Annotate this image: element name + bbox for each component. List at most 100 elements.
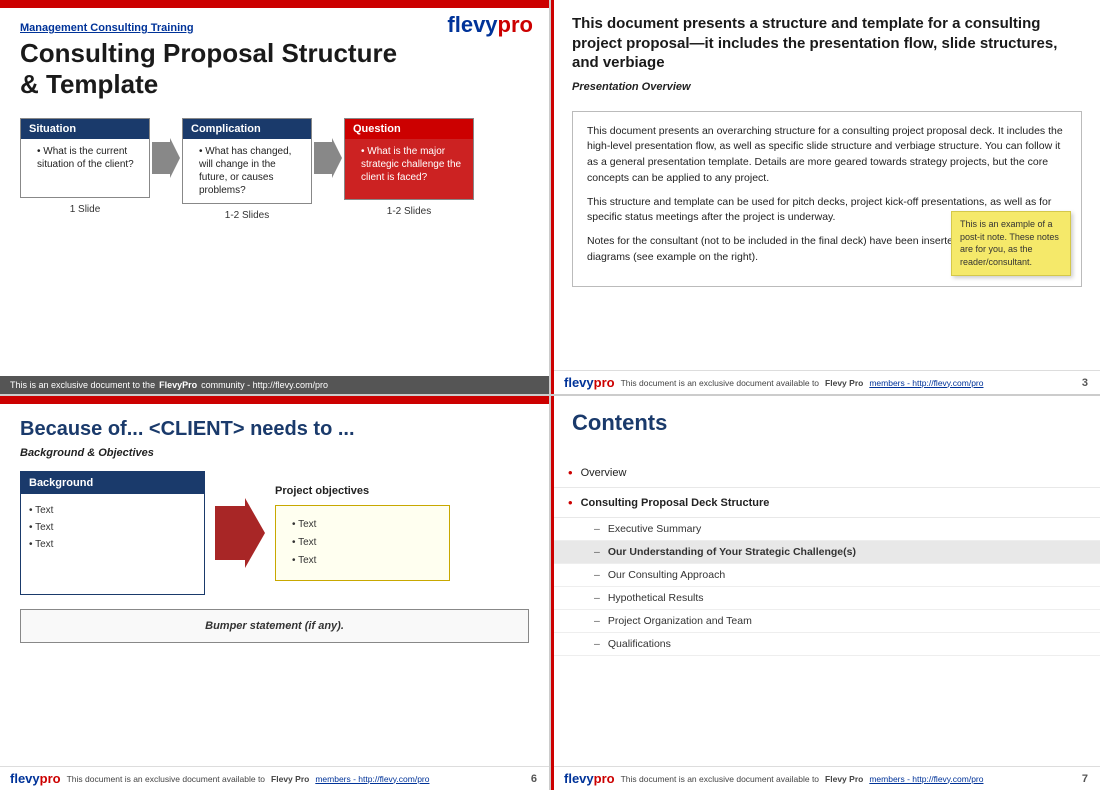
toc-sub-approach: – Our Consulting Approach: [554, 564, 1100, 587]
toc-text-exec: Executive Summary: [608, 523, 701, 535]
toc-sub-understanding: – Our Understanding of Your Strategic Ch…: [554, 541, 1100, 564]
toc-text-overview: Overview: [581, 467, 627, 479]
slide2-footer: flevypro This document is an exclusive d…: [554, 370, 1100, 394]
toc-text-team: Project Organization and Team: [608, 615, 752, 627]
slide3-title: Because of... <CLIENT> needs to ...: [20, 418, 529, 441]
toc-text-results: Hypothetical Results: [608, 592, 704, 604]
slide1-main-title: Consulting Proposal Structure& Template: [20, 38, 529, 100]
slide3-bg-item-2: Text: [29, 519, 196, 536]
slide2-section-label: Presentation Overview: [572, 81, 1080, 93]
slide3-page-num: 6: [531, 773, 537, 785]
toc-sub-team: – Project Organization and Team: [554, 610, 1100, 633]
slide-3: Because of... <CLIENT> needs to ... Back…: [0, 396, 549, 790]
slide1-footer-text: This is an exclusive document to the: [10, 380, 155, 390]
slide3-content: Because of... <CLIENT> needs to ... Back…: [0, 404, 549, 683]
flow-box-complication: Complication What has changed, will chan…: [182, 118, 312, 204]
slide-4: Contents • Overview • Consulting Proposa…: [551, 396, 1100, 790]
slide4-footer-url[interactable]: members - http://flevy.com/pro: [869, 774, 983, 784]
toc-bullet-structure: •: [568, 495, 573, 510]
flow-item-complication: Complication What has changed, will chan…: [182, 118, 312, 221]
toc-text-approach: Our Consulting Approach: [608, 569, 725, 581]
slide3-footer-bold: Flevy Pro: [271, 774, 309, 784]
slide3-obj-label: Project objectives: [275, 485, 369, 497]
box-body-question: What is the major strategic challenge th…: [345, 139, 473, 199]
slide-1: flevypro Management Consulting Training …: [0, 0, 549, 394]
toc-dash-understanding: –: [594, 546, 600, 558]
box-header-complication: Complication: [183, 119, 311, 139]
slide2-top: This document presents a structure and t…: [554, 0, 1100, 111]
slide4-top: Contents: [554, 396, 1100, 458]
slide1-footer: This is an exclusive document to the Fle…: [0, 376, 549, 394]
toc-text-qual: Qualifications: [608, 638, 671, 650]
slide3-footer-logo: flevypro: [10, 771, 61, 786]
slide3-bg-box: Background Text Text Text: [20, 471, 205, 595]
slide-count-question: 1-2 Slides: [344, 206, 474, 217]
toc-dash-qual: –: [594, 638, 600, 650]
slide1-flow: Situation What is the current situation …: [20, 118, 529, 221]
slide3-obj-item-3: Text: [292, 552, 433, 570]
box-body-complication: What has changed, will change in the fut…: [183, 139, 311, 203]
slide3-section-label: Background & Objectives: [20, 447, 529, 459]
toc-sub-results: – Hypothetical Results: [554, 587, 1100, 610]
slide4-page-num: 7: [1082, 773, 1088, 785]
slide2-footer-url[interactable]: members - http://flevy.com/pro: [869, 378, 983, 388]
slide2-footer-bold: Flevy Pro: [825, 378, 863, 388]
slide2-footer-logo: flevypro: [564, 375, 615, 390]
slide3-footer-url[interactable]: members - http://flevy.com/pro: [315, 774, 429, 784]
flow-arrow-2: [312, 138, 344, 178]
toc-item-overview: • Overview: [554, 458, 1100, 488]
slide4-toc: • Overview • Consulting Proposal Deck St…: [554, 458, 1100, 656]
flow-arrow-1: [150, 138, 182, 178]
slide3-obj-box: Text Text Text: [275, 505, 450, 581]
slide2-page-num: 3: [1082, 377, 1088, 389]
slide2-content-box: This document presents an overarching st…: [572, 111, 1082, 287]
slide3-bg-item-1: Text: [29, 502, 196, 519]
slide3-footer: flevypro This document is an exclusive d…: [0, 766, 549, 790]
box-header-question: Question: [345, 119, 473, 139]
flow-item-question: Question What is the major strategic cha…: [344, 118, 474, 217]
toc-text-understanding: Our Understanding of Your Strategic Chal…: [608, 546, 856, 558]
logo-pro: pro: [498, 12, 533, 37]
slide3-obj-item-2: Text: [292, 534, 433, 552]
flow-item-situation: Situation What is the current situation …: [20, 118, 150, 215]
slide4-footer-logo: flevypro: [564, 771, 615, 786]
toc-sub-exec: – Executive Summary: [554, 518, 1100, 541]
slide3-footer-doc: This document is an exclusive document a…: [67, 774, 265, 784]
slide2-footer-doc: This document is an exclusive document a…: [621, 378, 819, 388]
slide2-big-title: This document presents a structure and t…: [572, 14, 1080, 73]
flow-box-situation: Situation What is the current situation …: [20, 118, 150, 198]
box-header-situation: Situation: [21, 119, 149, 139]
slide3-bg-body: Text Text Text: [21, 494, 204, 594]
box-body-situation: What is the current situation of the cli…: [21, 139, 149, 177]
slide-count-situation: 1 Slide: [20, 204, 150, 215]
slide1-footer-url: community - http://flevy.com/pro: [201, 380, 328, 390]
slide3-bg-header: Background: [21, 472, 204, 494]
slide4-footer-doc: This document is an exclusive document a…: [621, 774, 819, 784]
slide1-logo: flevypro: [447, 12, 533, 38]
slide-2: This document presents a structure and t…: [551, 0, 1100, 394]
slide3-diagram: Background Text Text Text Project object…: [20, 471, 529, 595]
slide4-title: Contents: [572, 410, 1080, 436]
slide3-top-bar: [0, 396, 549, 404]
slide4-footer: flevypro This document is an exclusive d…: [554, 766, 1100, 790]
toc-item-structure: • Consulting Proposal Deck Structure: [554, 488, 1100, 518]
slide2-postit: This is an example of a post-it note. Th…: [951, 211, 1071, 275]
logo-flevy: flevy: [447, 12, 497, 37]
slide-count-complication: 1-2 Slides: [182, 210, 312, 221]
toc-dash-exec: –: [594, 523, 600, 535]
slide4-footer-bold: Flevy Pro: [825, 774, 863, 784]
slide3-bg-item-3: Text: [29, 536, 196, 553]
toc-bullet-overview: •: [568, 465, 573, 480]
slide1-footer-bold: FlevyPro: [159, 380, 197, 390]
toc-text-structure: Consulting Proposal Deck Structure: [581, 497, 770, 509]
flow-box-question: Question What is the major strategic cha…: [344, 118, 474, 200]
slide1-top-bar: [0, 0, 549, 8]
slide3-objectives: Project objectives Text Text Text: [275, 485, 450, 581]
slide3-obj-item-1: Text: [292, 516, 433, 534]
toc-dash-results: –: [594, 592, 600, 604]
slide2-para1: This document presents an overarching st…: [587, 124, 1067, 187]
slide3-arrow: [215, 498, 265, 568]
slide3-bumper: Bumper statement (if any).: [20, 609, 529, 643]
toc-dash-approach: –: [594, 569, 600, 581]
toc-sub-qual: – Qualifications: [554, 633, 1100, 656]
